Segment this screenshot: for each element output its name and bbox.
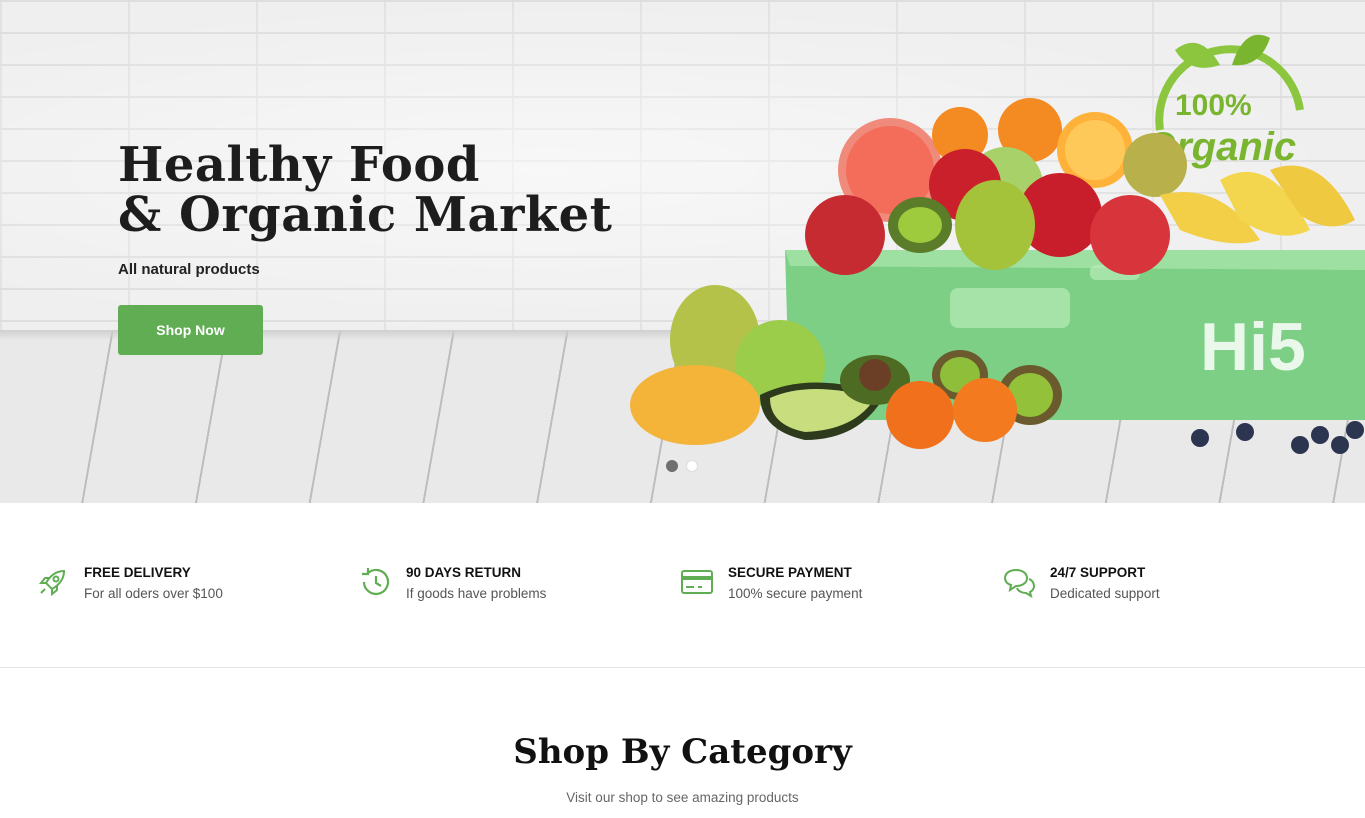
shop-by-category-title: Shop By Category <box>513 732 852 772</box>
slider-dot-1[interactable] <box>666 460 678 472</box>
slider-dot-2[interactable] <box>686 460 698 472</box>
badge-percent-text: 100% <box>1175 89 1252 122</box>
feature-desc: If goods have problems <box>406 586 547 601</box>
hero-title-line-2: & Organic Market <box>118 187 613 243</box>
feature-title: 90 DAYS RETURN <box>406 565 522 580</box>
feature-support: 24/7 SUPPORT Dedicated support <box>1002 563 1160 605</box>
feature-title: FREE DELIVERY <box>84 565 191 580</box>
feature-title: 24/7 SUPPORT <box>1050 565 1146 580</box>
feature-free-delivery: FREE DELIVERY For all oders over $100 <box>36 563 223 605</box>
features-strip: FREE DELIVERY For all oders over $100 90… <box>0 503 1365 668</box>
slider-pagination <box>666 460 698 472</box>
shop-now-button[interactable]: Shop Now <box>118 305 263 355</box>
shop-by-category-subtitle: Visit our shop to see amazing products <box>566 790 799 805</box>
history-icon <box>362 568 390 595</box>
feature-90-days-return: 90 DAYS RETURN If goods have problems <box>358 563 546 605</box>
box-brand-text: Hi5 <box>1200 309 1306 385</box>
hero-title-line-1: Healthy Food <box>118 137 480 193</box>
hero-title: Healthy Food & Organic Market <box>118 140 678 240</box>
hero-banner: Healthy Food & Organic Market All natura… <box>0 0 1365 503</box>
feature-title: SECURE PAYMENT <box>728 565 852 580</box>
feature-desc: Dedicated support <box>1050 586 1160 601</box>
hero-subtitle: All natural products <box>118 261 260 278</box>
rocket-icon <box>38 569 66 597</box>
fruit-box-image: 100% Organic Hi5 <box>630 34 1365 454</box>
feature-desc: 100% secure payment <box>728 586 863 601</box>
chat-bubbles-icon <box>1003 568 1036 599</box>
feature-desc: For all oders over $100 <box>84 586 223 601</box>
feature-secure-payment: SECURE PAYMENT 100% secure payment <box>680 563 862 605</box>
credit-card-icon <box>681 570 713 594</box>
